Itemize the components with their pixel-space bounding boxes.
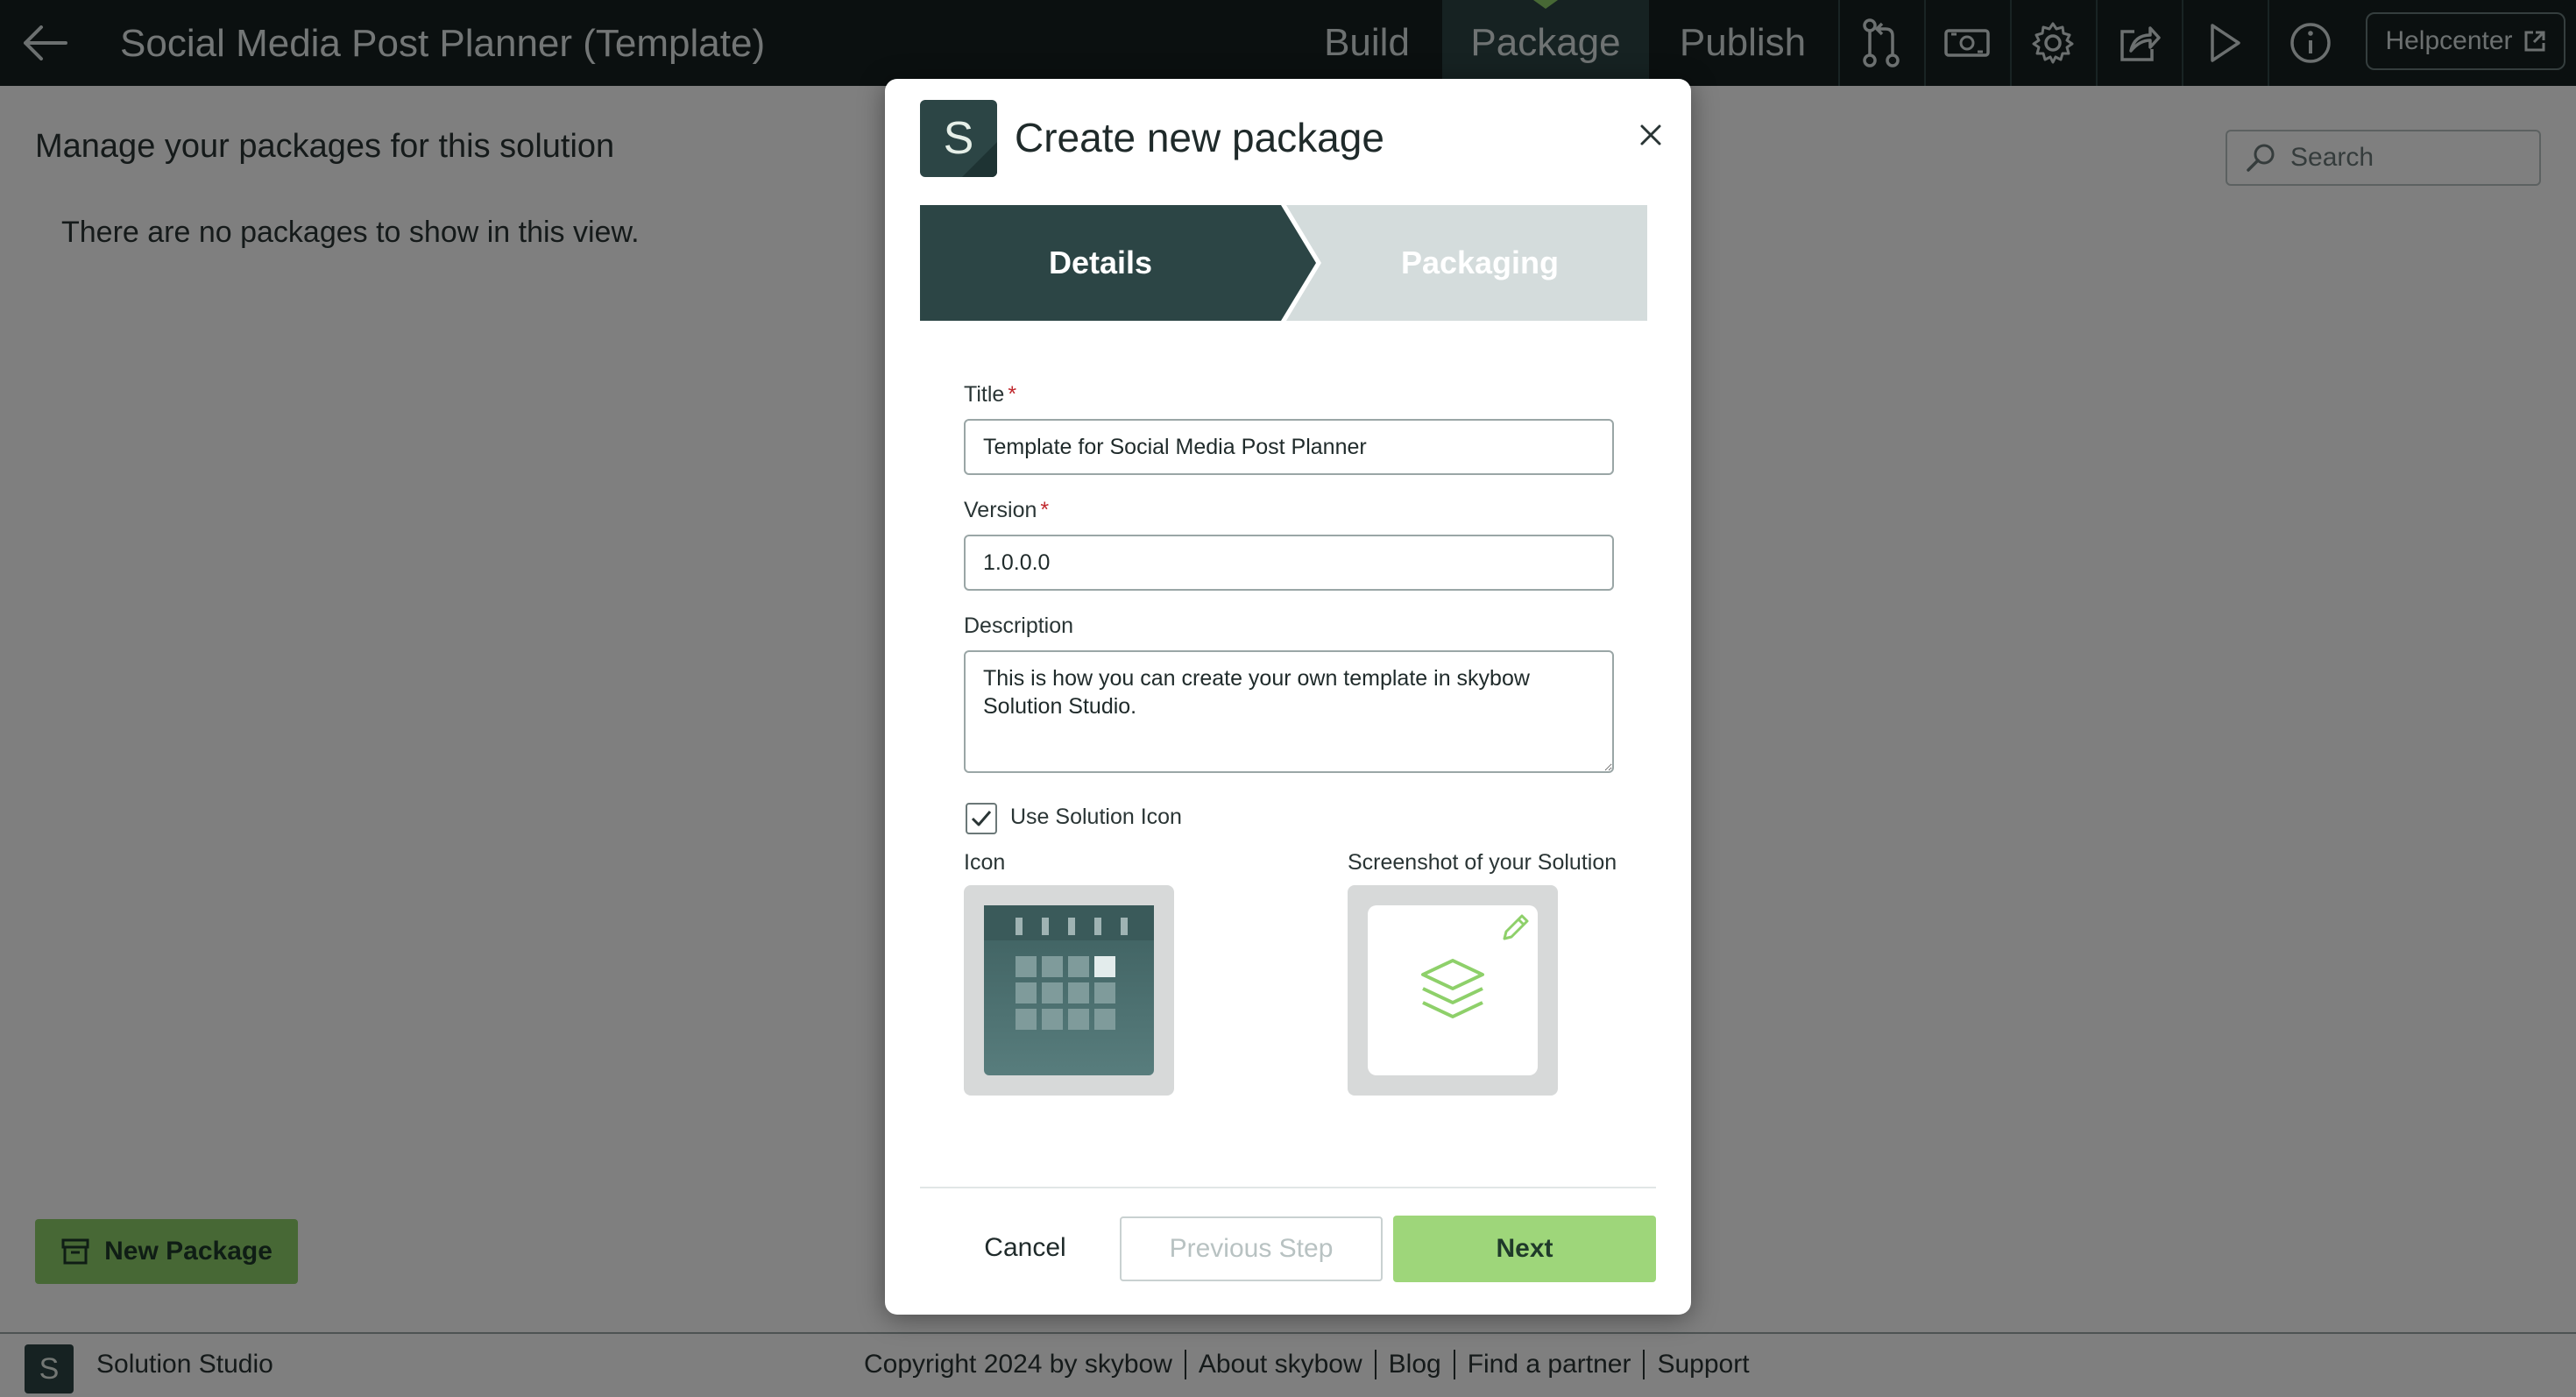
cancel-button[interactable]: Cancel <box>964 1216 1086 1280</box>
calendar-icon <box>984 905 1154 1075</box>
use-solution-icon-label: Use Solution Icon <box>1010 805 1182 829</box>
close-button[interactable] <box>1626 110 1675 160</box>
close-icon <box>1640 124 1661 145</box>
required-mark: * <box>1008 382 1017 407</box>
version-label: Version * <box>964 498 1049 523</box>
next-button[interactable]: Next <box>1393 1216 1656 1282</box>
description-textarea[interactable]: This is how you can create your own temp… <box>964 650 1614 773</box>
footer-divider <box>920 1187 1656 1188</box>
step-details[interactable]: Details <box>920 205 1316 321</box>
icon-picker[interactable] <box>964 885 1174 1096</box>
version-input[interactable] <box>964 535 1614 591</box>
title-label: Title * <box>964 382 1016 408</box>
version-label-text: Version <box>964 498 1037 522</box>
wizard-stepper: Details Packaging <box>920 205 1647 321</box>
use-solution-icon-checkbox[interactable] <box>966 803 997 834</box>
modal-logo-letter: S <box>943 113 974 164</box>
create-package-dialog: S Create new package Details Packaging T… <box>885 79 1691 1315</box>
step-packaging[interactable]: Packaging <box>1286 205 1647 321</box>
title-input[interactable] <box>964 419 1614 475</box>
screenshot-picker[interactable] <box>1348 885 1558 1096</box>
description-label: Description <box>964 613 1074 638</box>
icon-label: Icon <box>964 850 1006 875</box>
required-mark: * <box>1040 498 1050 522</box>
screenshot-preview <box>1368 905 1538 1075</box>
layers-icon <box>1421 959 1484 1018</box>
screenshot-label: Screenshot of your Solution <box>1348 850 1617 875</box>
title-label-text: Title <box>964 382 1005 407</box>
pencil-icon[interactable] <box>1499 911 1532 944</box>
previous-step-button[interactable]: Previous Step <box>1120 1216 1383 1281</box>
modal-title: Create new package <box>1015 115 1384 160</box>
modal-logo: S <box>920 100 997 177</box>
checkmark-icon <box>971 811 992 826</box>
